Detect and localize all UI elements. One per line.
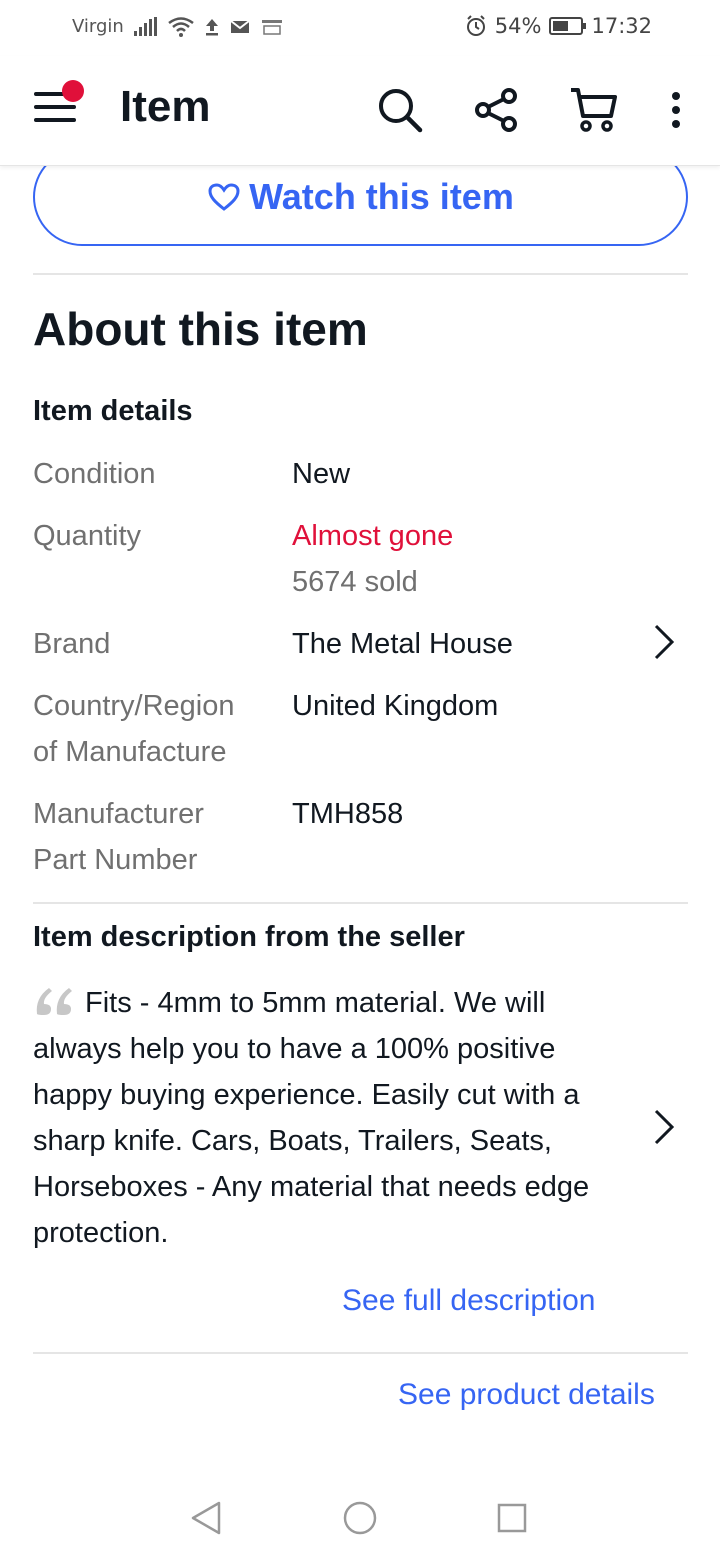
- recents-button[interactable]: [492, 1498, 532, 1538]
- alarm-icon: [465, 15, 487, 37]
- menu-button[interactable]: [34, 80, 84, 130]
- search-button[interactable]: [374, 84, 426, 136]
- battery-percent: 54%: [494, 14, 542, 38]
- divider: [33, 1352, 688, 1354]
- item-details-title: Item details: [33, 395, 193, 427]
- divider: [33, 902, 688, 904]
- carrier-name: Virgin: [72, 16, 124, 37]
- mail-icon: [230, 19, 250, 35]
- condition-label: Condition: [33, 458, 156, 490]
- description-title: Item description from the seller: [33, 921, 465, 953]
- recents-icon: [497, 1503, 527, 1533]
- divider: [33, 273, 688, 275]
- sold-count: 5674 sold: [292, 566, 418, 598]
- see-product-details-link[interactable]: See product details: [398, 1378, 655, 1412]
- share-button[interactable]: [470, 84, 522, 136]
- wifi-icon: [168, 16, 194, 37]
- clock: 17:32: [591, 14, 652, 38]
- mpn-label-line2: Part Number: [33, 844, 198, 876]
- signal-icon: [133, 16, 158, 37]
- description-text: Fits - 4mm to 5mm material. We will alwa…: [33, 980, 633, 1256]
- quantity-label: Quantity: [33, 520, 141, 552]
- mpn-label-line1: Manufacturer: [33, 798, 204, 830]
- country-label-line1: Country/Region: [33, 690, 235, 722]
- status-left: Virgin: [72, 16, 284, 37]
- more-icon: [672, 92, 680, 128]
- cart-icon: [571, 88, 617, 132]
- back-icon: [191, 1501, 221, 1535]
- chevron-right-icon: [654, 624, 675, 660]
- status-right: 54% 17:32: [465, 14, 652, 38]
- quantity-value: Almost gone: [292, 520, 454, 552]
- brand-value: The Metal House: [292, 628, 513, 660]
- amazon-icon: [260, 18, 284, 36]
- home-icon: [343, 1501, 377, 1535]
- chevron-right-icon: [654, 1109, 675, 1145]
- share-icon: [475, 88, 517, 132]
- description-body: Fits - 4mm to 5mm material. We will alwa…: [33, 987, 590, 1249]
- search-icon: [379, 89, 423, 133]
- about-title: About this item: [33, 303, 368, 355]
- condition-value: New: [292, 458, 351, 490]
- cart-button[interactable]: [568, 84, 620, 136]
- mpn-value: TMH858: [292, 798, 404, 830]
- home-button[interactable]: [340, 1498, 380, 1538]
- country-label-line2: of Manufacture: [33, 736, 227, 768]
- battery-fill: [553, 21, 568, 31]
- quote-icon: [36, 988, 72, 1015]
- back-button[interactable]: [186, 1498, 226, 1538]
- page-title: Item: [120, 82, 211, 131]
- heart-icon: [208, 183, 240, 211]
- status-bar: Virgin 54% 17:32: [0, 0, 720, 56]
- battery-icon: [549, 17, 587, 35]
- more-options-button[interactable]: [650, 84, 702, 136]
- system-nav-bar: [0, 1480, 720, 1560]
- watch-item-label: Watch this item: [249, 176, 514, 217]
- notification-dot: [62, 80, 84, 102]
- upload-icon: [204, 17, 220, 37]
- country-value: United Kingdom: [292, 690, 499, 722]
- brand-label: Brand: [33, 628, 111, 660]
- see-full-description-link[interactable]: See full description: [342, 1284, 595, 1318]
- app-bar: Item: [0, 56, 720, 166]
